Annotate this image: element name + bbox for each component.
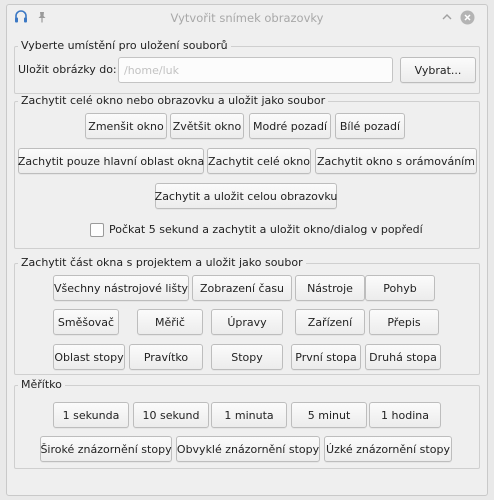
transport-button[interactable]: Pohyb — [365, 275, 435, 301]
scale-group-title: Měřítko — [18, 378, 65, 391]
capture-window-with-frame-button[interactable]: Zachytit okno s orámováním — [315, 148, 477, 174]
window-title: Vytvořit snímek obrazovky — [170, 11, 324, 25]
close-icon[interactable] — [460, 10, 475, 25]
shrink-window-button[interactable]: Zmenšit okno — [85, 113, 167, 139]
white-background-button[interactable]: Bílé pozadí — [335, 113, 405, 139]
first-track-button[interactable]: První stopa — [291, 344, 361, 370]
capture-full-screen-button[interactable]: Zachytit a uložit celou obrazovku — [155, 183, 337, 209]
full-capture-group: Zachytit celé okno nebo obrazovku a ulož… — [14, 94, 480, 249]
mixer-button[interactable]: Směšovač — [53, 309, 119, 335]
full-capture-group-title: Zachytit celé okno nebo obrazovku a ulož… — [18, 94, 329, 107]
capture-whole-window-button[interactable]: Zachytit celé okno — [207, 148, 311, 174]
scale-5-minutes-button[interactable]: 5 minut — [291, 402, 367, 428]
second-track-button[interactable]: Druhá stopa — [365, 344, 441, 370]
meter-button[interactable]: Měřič — [137, 309, 203, 335]
device-button[interactable]: Zařízení — [295, 309, 365, 335]
title-bar: Vytvořit snímek obrazovky — [7, 5, 487, 31]
scale-10-seconds-button[interactable]: 10 sekund — [133, 402, 209, 428]
chevron-up-icon[interactable] — [441, 11, 453, 23]
scale-1-minute-button[interactable]: 1 minuta — [211, 402, 287, 428]
tools-button[interactable]: Nástroje — [295, 275, 365, 301]
save-location-group-title: Vyberte umístění pro uložení souborů — [18, 39, 231, 52]
ruler-button[interactable]: Pravítko — [129, 344, 203, 370]
delay-checkbox[interactable] — [90, 223, 104, 237]
normal-track-view-button[interactable]: Obvyklé znázornění stopy — [176, 436, 320, 462]
track-panel-button[interactable]: Oblast stopy — [53, 344, 125, 370]
screenshot-dialog: Vytvořit snímek obrazovky Vyberte umístě… — [6, 4, 488, 496]
wide-track-view-button[interactable]: Široké znázornění stopy — [40, 436, 172, 462]
part-capture-group: Zachytit část okna s projektem a uložit … — [14, 256, 480, 375]
part-capture-group-title: Zachytit část okna s projektem a uložit … — [18, 256, 306, 269]
transcription-button[interactable]: Přepis — [369, 309, 439, 335]
all-toolbars-button[interactable]: Všechny nástrojové lišty — [53, 275, 189, 301]
time-display-button[interactable]: Zobrazení času — [192, 275, 292, 301]
scale-group: Měřítko 1 sekunda 10 sekund 1 minuta 5 m… — [14, 378, 480, 469]
edit-button[interactable]: Úpravy — [211, 309, 283, 335]
save-to-label: Uložit obrázky do: — [18, 63, 117, 76]
blue-background-button[interactable]: Modré pozadí — [249, 113, 331, 139]
capture-main-area-button[interactable]: Zachytit pouze hlavní oblast okna — [18, 148, 204, 174]
scale-1-hour-button[interactable]: 1 hodina — [369, 402, 441, 428]
enlarge-window-button[interactable]: Zvětšit okno — [170, 113, 244, 139]
delay-checkbox-label: Počkat 5 sekund a zachytit a uložit okno… — [109, 223, 423, 236]
save-path-input[interactable]: /home/luk — [118, 57, 393, 83]
save-location-group: Vyberte umístění pro uložení souborů Ulo… — [14, 39, 480, 94]
scale-1-second-button[interactable]: 1 sekunda — [53, 402, 129, 428]
tracks-button[interactable]: Stopy — [211, 344, 283, 370]
narrow-track-view-button[interactable]: Úzké znázornění stopy — [324, 436, 452, 462]
browse-button[interactable]: Vybrat... — [400, 57, 476, 83]
